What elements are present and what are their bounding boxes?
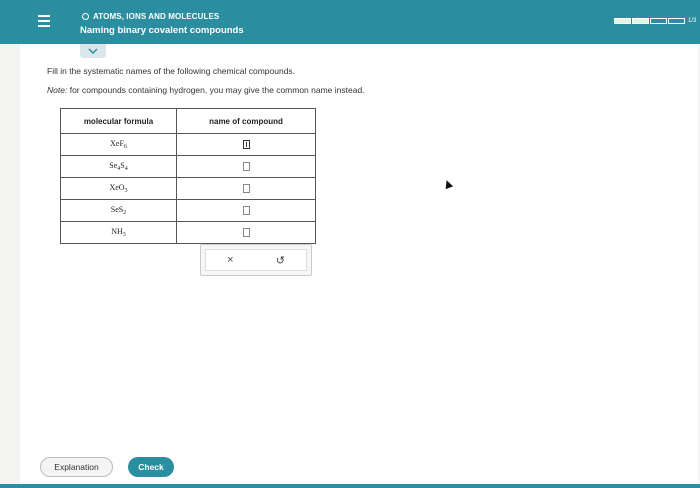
compounds-table: molecular formula name of compound XeF6 … [60, 108, 316, 244]
answer-input[interactable] [242, 162, 250, 172]
name-cell [176, 155, 316, 178]
formula-cell: Se4S4 [60, 155, 177, 178]
formula-cell: SeS2 [60, 199, 177, 222]
progress-segment [614, 18, 631, 24]
table-row: NH3 [60, 221, 316, 244]
table-row: Se4S4 [60, 155, 316, 178]
undo-icon[interactable]: ↺ [276, 254, 285, 267]
note-text: Note: for compounds containing hydrogen,… [47, 85, 365, 95]
note-label: Note: [47, 85, 68, 95]
note-body: for compounds containing hydrogen, you m… [69, 85, 365, 95]
instruction-text: Fill in the systematic names of the foll… [47, 66, 296, 76]
name-cell [176, 221, 316, 244]
answer-input[interactable] [242, 140, 250, 150]
check-button[interactable]: Check [128, 457, 174, 477]
name-cell [176, 133, 316, 156]
top-bar: ATOMS, IONS AND MOLECULES Naming binary … [0, 0, 700, 44]
explanation-button[interactable]: Explanation [40, 457, 113, 477]
name-cell [176, 199, 316, 222]
topic-text: ATOMS, IONS AND MOLECULES [93, 12, 220, 21]
answer-input[interactable] [242, 184, 250, 194]
table-row: SeS2 [60, 199, 316, 222]
page-title: Naming binary covalent compounds [80, 25, 244, 36]
header-name: name of compound [176, 108, 316, 134]
header-formula: molecular formula [60, 108, 177, 134]
answer-input[interactable] [242, 228, 250, 238]
toolbar-inner: × ↺ [205, 249, 307, 271]
progress-segment [632, 18, 649, 24]
bottom-accent-bar [0, 484, 700, 488]
formula-cell: NH3 [60, 221, 177, 244]
name-cell [176, 177, 316, 200]
topic-label: ATOMS, IONS AND MOLECULES [82, 12, 219, 21]
collapse-header-button[interactable] [80, 44, 106, 58]
progress-segment [650, 18, 667, 24]
progress-indicator: 1/3 [614, 18, 696, 24]
answer-toolbar: × ↺ [200, 244, 312, 276]
formula-cell: XeO3 [60, 177, 177, 200]
progress-segment [668, 18, 685, 24]
table-header-row: molecular formula name of compound [60, 108, 316, 134]
table-row: XeO3 [60, 177, 316, 200]
answer-input[interactable] [242, 206, 250, 216]
topic-circle-icon [82, 13, 89, 20]
table-row: XeF6 [60, 133, 316, 156]
menu-icon[interactable] [34, 12, 54, 32]
formula-cell: XeF6 [60, 133, 177, 156]
x-icon[interactable]: × [227, 254, 233, 266]
chevron-down-icon [88, 48, 98, 54]
progress-label: 1/3 [688, 18, 697, 24]
